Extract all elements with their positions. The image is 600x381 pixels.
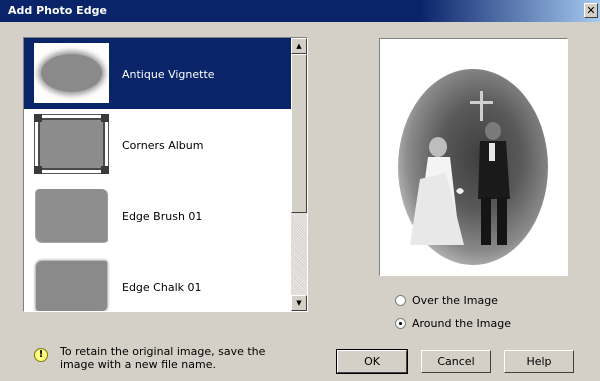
list-item-label: Corners Album — [122, 139, 204, 152]
lightbulb-icon: ! — [34, 348, 48, 362]
list-item-edge-brush-01[interactable]: Edge Brush 01 — [24, 180, 291, 251]
close-button[interactable]: ✕ — [584, 3, 598, 18]
list-item-antique-vignette[interactable]: Antique Vignette — [24, 38, 291, 109]
edge-style-list-items: Antique Vignette Corners Album Edge Brus… — [24, 38, 291, 311]
list-item-corners-album[interactable]: Corners Album — [24, 109, 291, 180]
scroll-up-button[interactable]: ▲ — [291, 38, 307, 54]
list-item-label: Antique Vignette — [122, 68, 215, 81]
list-item-label: Edge Brush 01 — [122, 210, 203, 223]
around-image-label: Around the Image — [412, 316, 511, 330]
help-button[interactable]: Help — [504, 350, 574, 373]
antique-vignette-thumbnail — [34, 43, 109, 103]
over-image-option[interactable]: Over the Image — [395, 293, 498, 307]
hint-text: To retain the original image, save the i… — [60, 345, 300, 371]
edge-brush-thumbnail — [34, 185, 109, 245]
wedding-couple-preview-image — [410, 91, 510, 245]
arrow-down-icon: ▼ — [296, 299, 302, 307]
edge-chalk-thumbnail — [34, 256, 109, 311]
arrow-up-icon: ▲ — [296, 42, 302, 50]
photo-corner — [101, 114, 109, 122]
corners-album-thumbnail — [34, 114, 109, 174]
scroll-down-button[interactable]: ▼ — [291, 295, 307, 311]
over-image-label: Over the Image — [412, 293, 498, 307]
list-item-edge-chalk-01[interactable]: Edge Chalk 01 — [24, 251, 291, 311]
edge-preview-pane — [379, 38, 568, 276]
edge-style-list[interactable]: Antique Vignette Corners Album Edge Brus… — [23, 37, 308, 312]
vertical-scrollbar[interactable]: ▲ ▼ — [291, 38, 307, 311]
over-image-radio[interactable] — [395, 294, 406, 306]
hint-text-line: image with a new file name. — [60, 358, 217, 371]
title-bar[interactable]: Add Photo Edge ✕ — [0, 0, 600, 22]
around-image-radio[interactable] — [395, 317, 406, 329]
photo-corner — [34, 166, 42, 174]
photo-corner — [101, 166, 109, 174]
hint-text-line: To retain the original image, save the — [60, 345, 266, 358]
scrollbar-thumb[interactable] — [291, 54, 307, 213]
photo-corner — [34, 114, 42, 122]
cancel-button[interactable]: Cancel — [421, 350, 491, 373]
ok-button[interactable]: OK — [336, 349, 408, 374]
around-image-option[interactable]: Around the Image — [395, 316, 511, 330]
list-item-label: Edge Chalk 01 — [122, 281, 202, 294]
add-photo-edge-dialog: Add Photo Edge ✕ Antique Vignette Corner… — [0, 0, 600, 381]
close-icon: ✕ — [586, 4, 596, 17]
window-title: Add Photo Edge — [8, 4, 107, 17]
